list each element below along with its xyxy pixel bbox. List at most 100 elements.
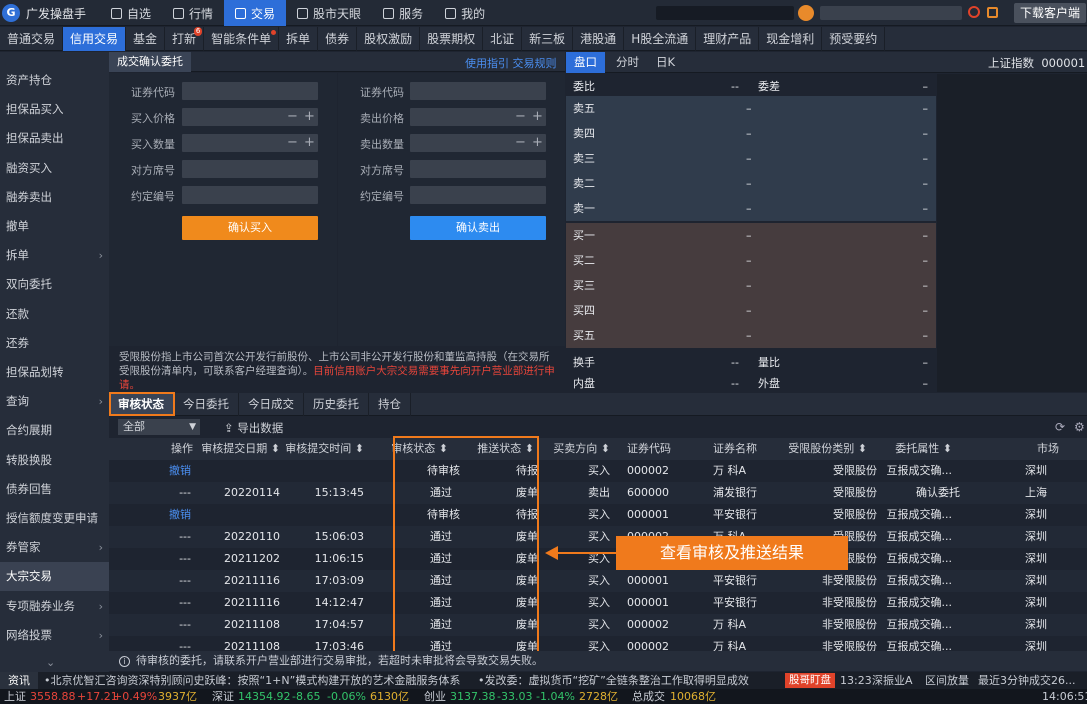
subtab-5[interactable]: 拆单 (279, 27, 319, 51)
table-row[interactable]: --- 20211108 17:04:57 通过 废单 买入 000002 万 科A 非受限股份… (109, 614, 1087, 636)
news-label[interactable]: 资讯 (0, 672, 38, 689)
col-header[interactable]: 审核提交日期 ⬍ (201, 438, 280, 460)
sidebar-item-13[interactable]: 转股换股 (0, 446, 109, 475)
buy-agree-input[interactable] (182, 186, 318, 204)
sidebar-item-2[interactable]: 担保品卖出 (0, 124, 109, 153)
export-data-button[interactable]: ⇪ 导出数据 (224, 420, 283, 436)
col-header[interactable]: 证券名称 (713, 438, 757, 460)
lock-icon[interactable] (987, 7, 998, 18)
tab-order-book[interactable]: 盘口 (566, 52, 605, 73)
sidebar-item-18[interactable]: 专项融券业务 › (0, 592, 109, 621)
tab-history-orders[interactable]: 历史委托 (304, 393, 369, 416)
sidebar-item-7[interactable]: 双向委托 (0, 270, 109, 299)
sell-price-plus[interactable]: + (532, 108, 543, 126)
col-header[interactable]: 买卖方向 ⬍ (553, 438, 610, 460)
sidebar-item-8[interactable]: 还款 (0, 300, 109, 329)
subtab-0[interactable]: 普通交易 (0, 27, 64, 51)
col-header[interactable]: 受限股份类别 ⬍ (788, 438, 867, 460)
watch-stock[interactable]: 深振业A (872, 672, 913, 689)
sell-price-minus[interactable]: − (515, 108, 526, 126)
guide-links[interactable]: 使用指引 交易规则 (465, 55, 557, 71)
nav-service[interactable]: 服务 (372, 0, 434, 26)
subtab-12[interactable]: H股全流通 (624, 27, 697, 51)
subtab-8[interactable]: 股票期权 (420, 27, 484, 51)
subtab-15[interactable]: 预受要约 (822, 27, 886, 51)
stock-watch-tag[interactable]: 股哥盯盘 (785, 673, 835, 688)
search-input[interactable] (820, 6, 962, 20)
col-header[interactable]: 委托属性 ⬍ (895, 438, 952, 460)
power-icon[interactable] (968, 6, 980, 18)
tab-today-deals[interactable]: 今日成交 (239, 393, 304, 416)
tab-deal-confirm[interactable]: 成交确认委托 (109, 52, 191, 72)
tab-today-orders[interactable]: 今日委托 (174, 393, 239, 416)
subtab-13[interactable]: 理财产品 (696, 27, 760, 51)
buy-price-minus[interactable]: − (287, 108, 298, 126)
table-row[interactable]: --- 20211116 17:03:09 通过 废单 买入 000001 平安银行 非受限股份… (109, 570, 1087, 592)
nav-watchlist[interactable]: 自选 (100, 0, 162, 26)
table-row[interactable]: 撤销 待审核 待报 买入 000002 万 科A 受限股份 互报成交确... 深圳 (109, 460, 1087, 482)
download-client-button[interactable]: 下载客户端 (1014, 3, 1086, 23)
tab-positions[interactable]: 持仓 (369, 393, 411, 416)
nav-trade[interactable]: 交易 (224, 0, 287, 26)
sidebar-item-17[interactable]: 大宗交易 (0, 562, 109, 592)
tab-intraday[interactable]: 分时 (608, 52, 647, 73)
sidebar-item-12[interactable]: 合约展期 (0, 416, 109, 445)
table-row[interactable]: 撤销 待审核 待报 买入 000001 平安银行 受限股份 互报成交确... 深圳 (109, 504, 1087, 526)
status-filter-select[interactable]: 全部 ▼ (118, 419, 200, 435)
sidebar-item-0[interactable]: 资产持仓 (0, 66, 109, 95)
subtab-3[interactable]: 打新 6 (165, 27, 205, 51)
avatar[interactable] (798, 5, 814, 21)
buy-qty-minus[interactable]: − (287, 134, 298, 152)
col-header[interactable]: 证券代码 (627, 438, 671, 460)
col-header[interactable]: 操作 (171, 438, 193, 460)
sidebar-item-3[interactable]: 融资买入 (0, 154, 109, 183)
sell-qty-minus[interactable]: − (515, 134, 526, 152)
sidebar-item-10[interactable]: 担保品划转 (0, 358, 109, 387)
subtab-7[interactable]: 股权激励 (357, 27, 421, 51)
sidebar-item-1[interactable]: 担保品买入 (0, 95, 109, 124)
buy-seat-input[interactable] (182, 160, 318, 178)
sidebar-item-5[interactable]: 撤单 (0, 212, 109, 241)
refresh-icon[interactable]: ⟳ (1055, 420, 1065, 434)
subtab-6[interactable]: 债券 (318, 27, 358, 51)
nav-mine[interactable]: 我的 (434, 0, 496, 26)
table-row[interactable]: --- 20211116 14:12:47 通过 废单 买入 000001 平安银行 非受限股份… (109, 592, 1087, 614)
tab-audit-status[interactable]: 审核状态 (109, 393, 174, 416)
subtab-1[interactable]: 信用交易 (63, 27, 127, 51)
sidebar-item-19[interactable]: 网络投票 › (0, 621, 109, 650)
buy-price-plus[interactable]: + (304, 108, 315, 126)
nav-sky-eye[interactable]: 股市天眼 (286, 0, 372, 26)
account-field[interactable] (656, 6, 794, 20)
subtab-10[interactable]: 新三板 (522, 27, 574, 51)
col-header[interactable]: 市场 (1037, 438, 1059, 460)
cancel-link[interactable]: 撤销 (169, 460, 191, 482)
sidebar-item-4[interactable]: 融券卖出 (0, 183, 109, 212)
subtab-14[interactable]: 现金增利 (759, 27, 823, 51)
col-header[interactable]: 审核状态 ⬍ (391, 438, 448, 460)
sell-seat-input[interactable] (410, 160, 546, 178)
tab-daily-k[interactable]: 日K (648, 52, 683, 73)
sidebar-item-14[interactable]: 债券回售 (0, 475, 109, 504)
sidebar-item-6[interactable]: 拆单 › (0, 241, 109, 270)
chevron-down-icon[interactable]: ⌄ (46, 656, 55, 669)
buy-code-input[interactable] (182, 82, 318, 100)
col-header[interactable]: 审核提交时间 ⬍ (285, 438, 364, 460)
subtab-2[interactable]: 基金 (126, 27, 166, 51)
sidebar-item-16[interactable]: 券管家 › (0, 533, 109, 562)
cancel-link[interactable]: 撤销 (169, 504, 191, 526)
subtab-4[interactable]: 智能条件单 (204, 27, 280, 51)
confirm-buy-button[interactable]: 确认买入 (182, 216, 318, 240)
sidebar-item-15[interactable]: 授信额度变更申请 (0, 504, 109, 533)
confirm-sell-button[interactable]: 确认卖出 (410, 216, 546, 240)
col-header[interactable]: 推送状态 ⬍ (477, 438, 534, 460)
table-row[interactable]: ---2022011015:06:03通过废单买入000002万 科A受限股份互… (109, 526, 1087, 548)
news-item[interactable]: •发改委：虚拟货币“挖矿”全链条整治工作取得明显成效 (478, 672, 749, 689)
table-row[interactable]: --- 20220114 15:13:45 通过 废单 卖出 600000 浦发银行 受限股份 确… (109, 482, 1087, 504)
nav-market[interactable]: 行情 (162, 0, 224, 26)
buy-qty-plus[interactable]: + (304, 134, 315, 152)
sell-agree-input[interactable] (410, 186, 546, 204)
sell-qty-plus[interactable]: + (532, 134, 543, 152)
subtab-9[interactable]: 北证 (483, 27, 523, 51)
sell-code-input[interactable] (410, 82, 546, 100)
gear-icon[interactable]: ⚙ (1074, 420, 1085, 434)
